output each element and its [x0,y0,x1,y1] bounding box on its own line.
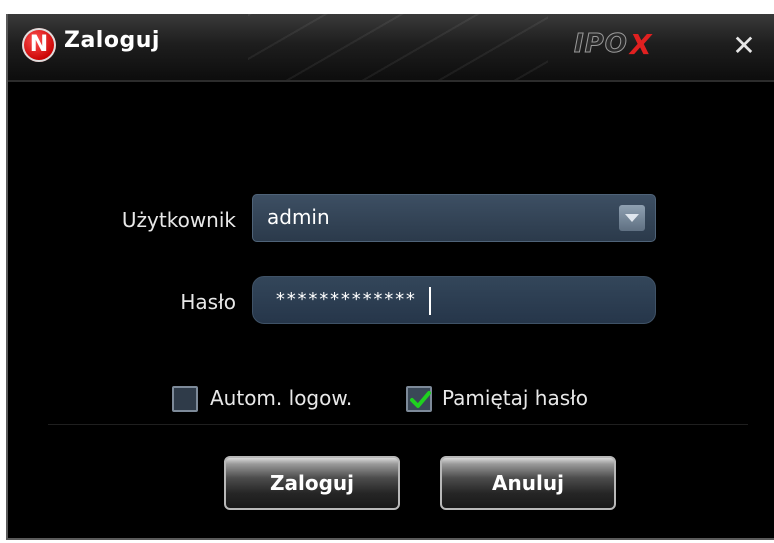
divider [48,424,748,425]
app-logo-icon: N [22,28,56,62]
username-combobox[interactable]: admin [252,194,656,242]
remember-password-checkbox[interactable] [406,386,432,412]
login-button[interactable]: Zaloguj [224,456,400,510]
username-label: Użytkownik [121,208,236,232]
close-icon[interactable]: ✕ [732,29,755,62]
brand-text: IPO [574,29,628,60]
brand-logo: IPO X [574,28,652,61]
login-dialog: N Zaloguj IPO X ✕ Użytkownik admin Hasło… [6,14,774,540]
close-button[interactable]: ✕ [726,28,762,64]
auto-login-checkbox[interactable] [172,386,198,412]
password-field[interactable]: ************* [252,276,656,324]
title-bar[interactable]: N Zaloguj IPO X ✕ [8,14,774,80]
cancel-button[interactable]: Anuluj [440,456,616,510]
title-separator [8,80,774,82]
remember-password-label[interactable]: Pamiętaj hasło [442,386,588,410]
text-caret [429,287,431,315]
brand-x: X [629,27,652,61]
chevron-down-icon[interactable] [619,205,645,231]
checkmark-icon [410,391,431,408]
username-value[interactable]: admin [267,205,330,229]
password-value[interactable]: ************* [275,289,416,310]
password-label: Hasło [180,290,236,314]
dialog-title: Zaloguj [64,28,160,53]
auto-login-label[interactable]: Autom. logow. [210,386,352,410]
